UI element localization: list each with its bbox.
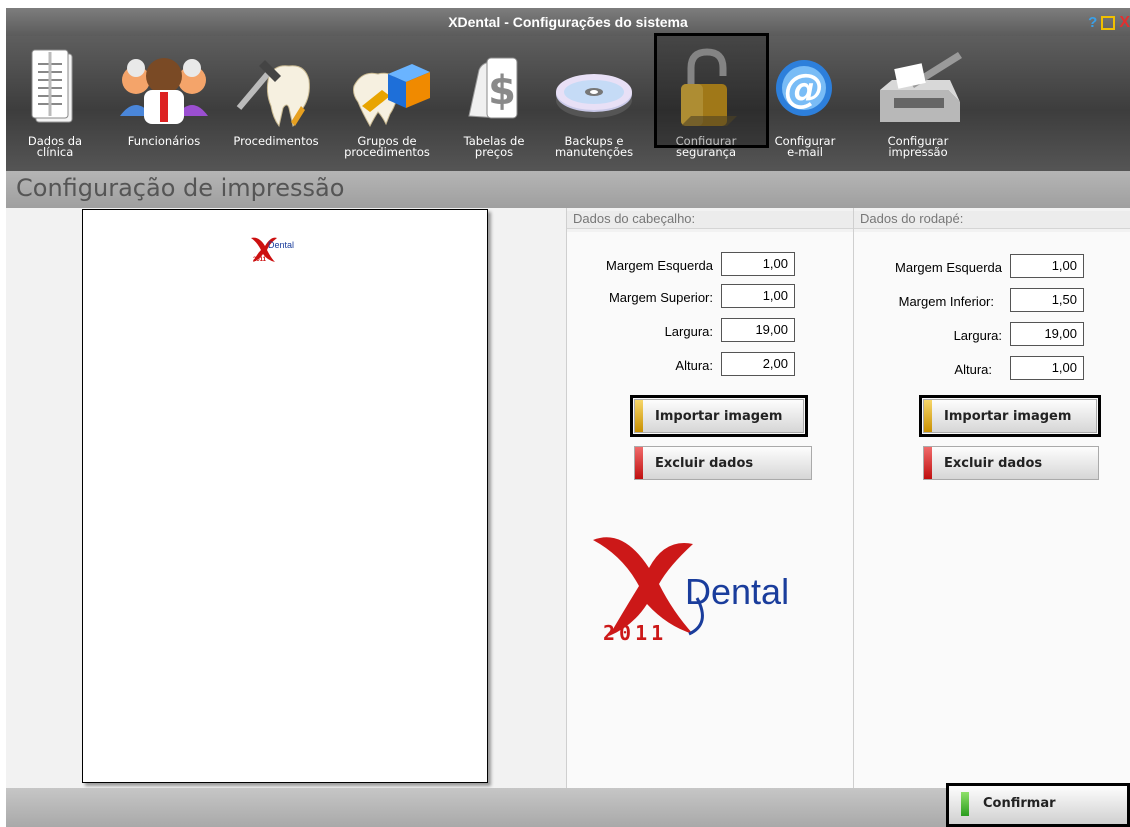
toolbar-item-clinic-data[interactable]: Dados da clínica [20, 42, 90, 166]
toolbar-label: Configurar impressão [887, 134, 949, 159]
footer-width-row: Largura: 19,00 [854, 322, 1130, 348]
footer-width-input[interactable]: 19,00 [1010, 322, 1084, 346]
header-import-image-button[interactable]: Importar imagem [634, 399, 804, 433]
delete-swatch-icon [635, 447, 643, 479]
security-highlight-frame [654, 33, 769, 148]
title-bar: XDental - Configurações do sistema ? X [6, 8, 1130, 36]
header-delete-data-button[interactable]: Excluir dados [634, 446, 812, 480]
header-settings-panel: Dados do cabeçalho: Margem Esquerda 1,00… [567, 208, 853, 788]
header-left-margin-row: Margem Esquerda 1,00 [567, 252, 853, 278]
close-icon[interactable]: X [1119, 14, 1130, 30]
footer-panel-body: Margem Esquerda 1,00 Margem Inferior: 1,… [854, 232, 1130, 788]
document-icon [31, 49, 73, 123]
svg-text:@: @ [784, 66, 824, 112]
page-title: Configuração de impressão [16, 174, 345, 202]
footer-height-row: Altura: 1,00 [854, 356, 1130, 382]
header-top-margin-input[interactable]: 1,00 [721, 284, 795, 308]
header-panel-body: Margem Esquerda 1,00 Margem Superior: 1,… [567, 232, 853, 788]
header-logo-year: 2011 [253, 257, 267, 263]
footer-bottom-margin-input[interactable]: 1,50 [1010, 288, 1084, 312]
toolbar-label: Funcionários [127, 134, 201, 148]
footer-panel-title: Dados do rodapé: [854, 211, 1130, 229]
maximize-icon[interactable] [1101, 15, 1116, 30]
people-icon [120, 58, 208, 124]
footer-settings-panel: Dados do rodapé: Margem Esquerda 1,00 Ma… [854, 208, 1130, 788]
footer-height-input[interactable]: 1,00 [1010, 356, 1084, 380]
field-label: Altura: [675, 358, 713, 373]
header-logo-text: Dental [268, 240, 294, 250]
footer-delete-data-button[interactable]: Excluir dados [923, 446, 1099, 480]
svg-text:$: $ [488, 68, 516, 114]
field-label: Altura: [954, 362, 992, 377]
field-label: Largura: [664, 324, 713, 339]
logo-year: 2011 [603, 621, 667, 644]
window-controls: ? X [1088, 14, 1130, 31]
toolbar-label: Procedimentos [233, 134, 319, 148]
import-swatch-icon [635, 400, 643, 432]
header-width-row: Largura: 19,00 [567, 318, 853, 344]
header-logo-preview: Dental 2011 [251, 237, 294, 263]
toolbar-item-procedures[interactable]: Procedimentos [220, 42, 332, 166]
toolbar-label: Grupos de procedimentos [344, 134, 430, 159]
header-height-row: Altura: 2,00 [567, 352, 853, 378]
toolbar-label: Tabelas de preços [463, 134, 525, 159]
logo-text: Dental [685, 571, 789, 612]
main-toolbar: Dados da clínica Funcionários Procedimen… [6, 36, 1130, 171]
delete-swatch-icon [924, 447, 932, 479]
field-label: Largura: [953, 328, 1002, 343]
disc-icon [556, 74, 632, 118]
section-header: Configuração de impressão [6, 171, 1130, 208]
header-panel-title: Dados do cabeçalho: [567, 211, 853, 229]
footer-left-margin-row: Margem Esquerda 1,00 [854, 254, 1130, 280]
header-height-input[interactable]: 2,00 [721, 352, 795, 376]
header-top-margin-row: Margem Superior: 1,00 [567, 284, 853, 310]
header-logo-image: Dental 2011 [593, 537, 789, 644]
top-margin [0, 0, 1130, 8]
field-label: Margem Esquerda [895, 260, 1002, 275]
settings-window: XDental - Configurações do sistema ? X D… [6, 8, 1130, 827]
field-label: Margem Superior: [608, 290, 713, 305]
help-icon[interactable]: ? [1088, 14, 1097, 31]
toolbar-label: Dados da clínica [27, 134, 83, 159]
field-label: Margem Esquerda [606, 258, 713, 273]
toolbar-label: Configurar e-mail [774, 134, 836, 159]
tooth-tool-icon [236, 60, 310, 128]
confirm-button[interactable]: Confirmar [946, 783, 1130, 827]
price-table-icon: $ [468, 57, 518, 119]
footer-left-margin-input[interactable]: 1,00 [1010, 254, 1084, 278]
toolbar-label: Backups e manutenções [554, 134, 634, 159]
header-left-margin-input[interactable]: 1,00 [721, 252, 795, 276]
toolbar-item-backups[interactable]: Backups e manutenções [546, 42, 642, 166]
footer-bottom-margin-row: Margem Inferior: 1,50 [854, 288, 1130, 314]
toolbar-item-email[interactable]: @ Configurar e-mail [768, 42, 842, 166]
toolbar-item-employees[interactable]: Funcionários [114, 42, 214, 166]
toolbar-item-printing[interactable]: Configurar impressão [866, 42, 970, 166]
toolbar-item-procedure-groups[interactable]: Grupos de procedimentos [332, 42, 442, 166]
field-label: Margem Inferior: [898, 294, 994, 309]
print-preview-area: Dental 2011 [6, 208, 566, 788]
toolbar-item-price-tables[interactable]: $ Tabelas de preços [454, 42, 534, 166]
window-title: XDental - Configurações do sistema [448, 14, 688, 30]
email-icon: @ [776, 60, 832, 116]
cubes-icon [353, 64, 430, 128]
import-swatch-icon [924, 400, 932, 432]
confirm-swatch-icon [961, 792, 969, 816]
footer-import-image-button[interactable]: Importar imagem [923, 399, 1097, 433]
header-width-input[interactable]: 19,00 [721, 318, 795, 342]
printer-icon [880, 52, 962, 122]
page-preview: Dental 2011 [82, 209, 488, 783]
